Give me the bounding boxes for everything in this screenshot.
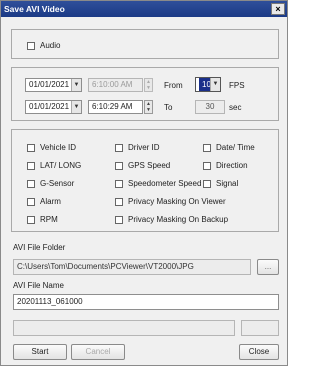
filename-value: 20201113_061000	[17, 297, 83, 306]
checkbox-box[interactable]	[115, 179, 123, 188]
audio-label: Audio	[40, 41, 61, 50]
cancel-button: Cancel	[71, 344, 125, 360]
duration-value: 30	[205, 102, 215, 111]
progress-bar	[13, 320, 235, 336]
duration-unit-label: sec	[229, 103, 242, 112]
checkbox-box[interactable]	[27, 197, 35, 206]
progress-status	[241, 320, 279, 336]
time-range-group: 01/01/2021 ▼ 6:10:00 AM ▲ ▼ From 10 ▼ FPS…	[11, 67, 279, 121]
checkbox-box[interactable]	[27, 143, 35, 152]
close-window-button[interactable]: ×	[271, 3, 285, 15]
option-g-sensor[interactable]: G-Sensor	[27, 179, 74, 188]
avi-filename-input[interactable]: 20201113_061000	[13, 294, 279, 310]
chevron-down-icon[interactable]: ▼	[71, 79, 81, 91]
audio-checkbox-box[interactable]	[27, 41, 35, 50]
option-direction[interactable]: Direction	[203, 161, 248, 170]
end-date-picker[interactable]: 01/01/2021 ▼	[25, 100, 82, 114]
end-time-spinner[interactable]: ▲ ▼	[144, 100, 153, 114]
checkbox-box[interactable]	[27, 215, 35, 224]
option-label: Signal	[216, 179, 239, 188]
end-date-value: 01/01/2021	[29, 102, 70, 111]
option-label: GPS Speed	[128, 161, 171, 170]
overlay-options-group: Vehicle ID Driver ID Date/ Time LAT/ LON…	[11, 129, 279, 232]
audio-checkbox[interactable]: Audio	[27, 41, 60, 50]
end-time-field[interactable]: 6:10:29 AM	[88, 100, 143, 114]
option-alarm[interactable]: Alarm	[27, 197, 61, 206]
start-date-value: 01/01/2021	[29, 80, 70, 89]
option-label: Direction	[216, 161, 248, 170]
avi-folder-label: AVI File Folder	[13, 243, 66, 252]
close-button[interactable]: Close	[239, 344, 279, 360]
option-rpm[interactable]: RPM	[27, 215, 58, 224]
checkbox-box[interactable]	[203, 179, 211, 188]
option-lat-long[interactable]: LAT/ LONG	[27, 161, 81, 170]
title-bar: Save AVI Video ×	[1, 1, 287, 17]
start-time-spinner: ▲ ▼	[144, 78, 153, 92]
checkbox-box[interactable]	[115, 161, 123, 170]
checkbox-box[interactable]	[203, 143, 211, 152]
option-label: Date/ Time	[216, 143, 255, 152]
chevron-down-icon[interactable]: ▼	[71, 101, 81, 113]
duration-field: 30	[195, 100, 225, 114]
option-label: Alarm	[40, 197, 61, 206]
option-gps-speed[interactable]: GPS Speed	[115, 161, 170, 170]
checkbox-box[interactable]	[27, 179, 35, 188]
checkbox-box[interactable]	[115, 215, 123, 224]
from-label: From	[164, 81, 183, 90]
checkbox-box[interactable]	[203, 161, 211, 170]
end-time-value: 6:10:29 AM	[92, 102, 133, 111]
audio-group: Audio	[11, 29, 279, 59]
option-label: Privacy Masking On Backup	[128, 215, 229, 224]
option-privacy-masking-viewer[interactable]: Privacy Masking On Viewer	[115, 197, 226, 206]
option-speedometer-speed[interactable]: Speedometer Speed	[115, 179, 201, 188]
option-driver-id[interactable]: Driver ID	[115, 143, 160, 152]
fps-select[interactable]: 10 ▼	[195, 77, 221, 92]
start-date-picker[interactable]: 01/01/2021 ▼	[25, 78, 82, 92]
option-date-time[interactable]: Date/ Time	[203, 143, 255, 152]
start-time-value: 6:10:00 AM	[92, 80, 133, 89]
browse-folder-button[interactable]: ...	[257, 259, 279, 275]
option-label: Privacy Masking On Viewer	[128, 197, 226, 206]
option-label: LAT/ LONG	[40, 161, 82, 170]
checkbox-box[interactable]	[27, 161, 35, 170]
option-privacy-masking-backup[interactable]: Privacy Masking On Backup	[115, 215, 228, 224]
option-signal[interactable]: Signal	[203, 179, 238, 188]
option-label: G-Sensor	[40, 179, 75, 188]
to-label: To	[164, 103, 173, 112]
checkbox-box[interactable]	[115, 197, 123, 206]
chevron-down-icon[interactable]: ▼	[210, 78, 220, 91]
start-time-field: 6:10:00 AM	[88, 78, 143, 92]
option-vehicle-id[interactable]: Vehicle ID	[27, 143, 76, 152]
avi-filename-label: AVI File Name	[13, 281, 64, 290]
dialog-title: Save AVI Video	[4, 4, 65, 14]
option-label: Driver ID	[128, 143, 160, 152]
option-label: RPM	[40, 215, 58, 224]
folder-path-value: C:\Users\Tom\Documents\PCViewer\VT2000\J…	[17, 262, 194, 271]
fps-unit-label: FPS	[229, 81, 245, 90]
option-label: Speedometer Speed	[128, 179, 202, 188]
save-avi-dialog: Save AVI Video × Audio 01/01/2021 ▼ 6:10…	[0, 0, 288, 366]
start-button[interactable]: Start	[13, 344, 67, 360]
checkbox-box[interactable]	[115, 143, 123, 152]
avi-folder-path: C:\Users\Tom\Documents\PCViewer\VT2000\J…	[13, 259, 251, 275]
option-label: Vehicle ID	[40, 143, 77, 152]
